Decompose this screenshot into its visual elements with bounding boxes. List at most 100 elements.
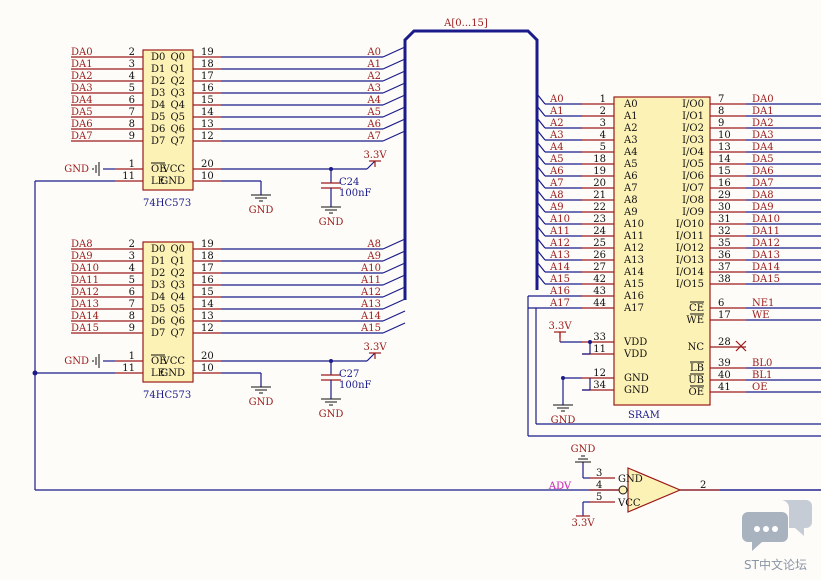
pin-number: 42 xyxy=(593,274,606,285)
pin-number: 32 xyxy=(718,226,731,237)
pin-number: 11 xyxy=(122,363,135,374)
pin-name: I/O5 xyxy=(682,159,704,170)
net-label: A10 xyxy=(549,214,570,225)
pin-name: A5 xyxy=(623,159,638,170)
pin-name: UB xyxy=(688,375,704,386)
pin-name: I/O2 xyxy=(682,123,704,134)
net-label: A5 xyxy=(549,154,564,165)
net-label: DA5 xyxy=(71,107,93,118)
pin-number: 11 xyxy=(122,171,135,182)
bus-entry xyxy=(382,130,406,142)
pin-name: Q4 xyxy=(170,292,185,303)
pin-number: 19 xyxy=(593,166,606,177)
net-label: DA8 xyxy=(752,190,774,201)
net-label: DA4 xyxy=(71,95,93,106)
pin-number: 23 xyxy=(593,214,606,225)
pin-number: 1 xyxy=(129,159,135,170)
pin-number: 14 xyxy=(718,154,731,165)
bus-entry xyxy=(382,310,406,322)
pin-name: I/O11 xyxy=(676,231,704,242)
pin-name: Q1 xyxy=(170,64,185,75)
net-label: A5 xyxy=(366,107,381,118)
pin-name: Q5 xyxy=(170,112,185,123)
net-label: A1 xyxy=(366,59,381,70)
pin-name: D2 xyxy=(151,76,165,87)
pin-name: D6 xyxy=(151,316,165,327)
pin-name: I/O13 xyxy=(676,255,704,266)
bus-entry xyxy=(382,46,406,58)
net-label: A4 xyxy=(366,95,381,106)
net-label: A0 xyxy=(549,94,564,105)
sram-chip: 1 A0A02 A1A13 A2A24 A3A35 A4A418 A5A519 A6A620 A… xyxy=(527,93,821,437)
pin-number: 17 xyxy=(718,310,731,321)
bus-entry xyxy=(382,250,406,262)
pin-number: 9 xyxy=(129,131,135,142)
pin-name: A6 xyxy=(623,171,638,182)
pin-number: 7 xyxy=(129,107,135,118)
cap-ref: C27 xyxy=(339,369,359,380)
gnd-label: GND xyxy=(64,356,89,367)
pin-name: NC xyxy=(688,342,705,353)
net-label: DA9 xyxy=(71,251,93,262)
pin-name: GND xyxy=(160,176,185,187)
pin-number: 5 xyxy=(129,83,135,94)
net-label: DA2 xyxy=(71,71,93,82)
pin-number: 24 xyxy=(593,226,606,237)
pin-name: A2 xyxy=(623,123,638,134)
net-label: A14 xyxy=(360,311,381,322)
net-label: A13 xyxy=(549,250,570,261)
pin-number: 19 xyxy=(201,47,214,58)
net-label: DA0 xyxy=(752,94,774,105)
chat-bubble-logo-icon xyxy=(742,500,812,551)
pin-name: D6 xyxy=(151,124,165,135)
net-label: DA11 xyxy=(71,275,99,286)
pin-number: 15 xyxy=(201,287,214,298)
pin-number: 12 xyxy=(593,368,606,379)
net-label: A11 xyxy=(549,226,570,237)
pin-name: I/O10 xyxy=(676,219,704,230)
pin-number: 13 xyxy=(201,311,214,322)
pin-number: 14 xyxy=(201,299,214,310)
pin-number: 9 xyxy=(129,323,135,334)
pin-name: A13 xyxy=(623,255,644,266)
net-label: DA0 xyxy=(71,47,93,58)
net-label: DA12 xyxy=(752,238,780,249)
pin-number: 13 xyxy=(718,142,731,153)
net-label: A10 xyxy=(360,263,381,274)
pin-number: 22 xyxy=(593,202,606,213)
bus-entry xyxy=(382,286,406,298)
sram-label: SRAM xyxy=(628,410,660,421)
pin-name: D4 xyxy=(151,292,165,303)
pin-name: D5 xyxy=(151,112,165,123)
adv-net-label: ADV xyxy=(548,481,572,492)
pin-name: D3 xyxy=(151,88,165,99)
bus-entry xyxy=(382,106,406,118)
net-label: DA7 xyxy=(752,178,774,189)
pin-number: 6 xyxy=(718,298,724,309)
net-label: DA8 xyxy=(71,239,93,250)
pin-name: Q7 xyxy=(170,136,185,147)
pin-name: I/O6 xyxy=(682,171,704,182)
net-label: DA15 xyxy=(752,274,780,285)
net-label: DA6 xyxy=(71,119,93,130)
net-label: DA10 xyxy=(71,263,99,274)
pin-name: D7 xyxy=(151,328,165,339)
pin-number: 2 xyxy=(600,106,606,117)
pin-number: 4 xyxy=(600,130,606,141)
pin-number: 16 xyxy=(201,83,214,94)
watermark-text: ST中文论坛 xyxy=(744,558,807,572)
pin-number: 3 xyxy=(129,59,135,70)
pin-name: A8 xyxy=(623,195,638,206)
vcc-label: 3.3V xyxy=(571,518,595,529)
pin-name: I/O14 xyxy=(676,267,704,278)
pin-name: D1 xyxy=(151,64,165,75)
pin-number: 36 xyxy=(718,250,731,261)
pin-number: 10 xyxy=(718,130,731,141)
net-label: DA9 xyxy=(752,202,774,213)
net-label: A3 xyxy=(549,130,564,141)
pin-name: VCC xyxy=(161,356,185,367)
pin-number: 4 xyxy=(129,263,135,274)
pin-number: 27 xyxy=(593,262,606,273)
pin-number: 29 xyxy=(718,190,731,201)
pin-name: Q4 xyxy=(170,100,185,111)
